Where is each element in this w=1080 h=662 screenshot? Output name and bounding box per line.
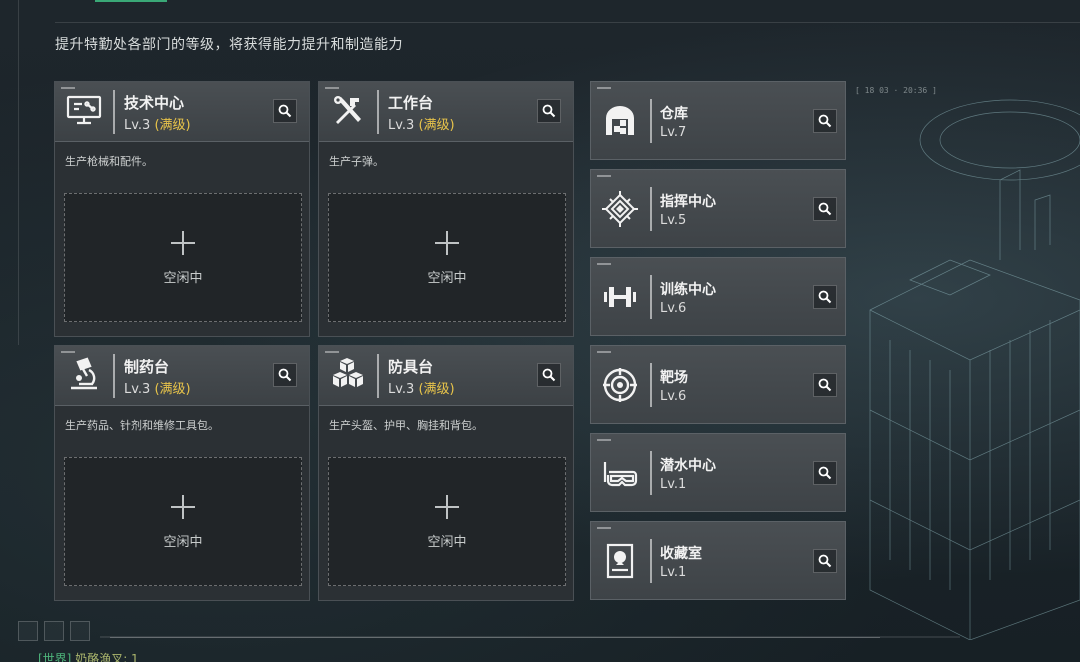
display-case-icon [606, 543, 634, 579]
facility-name: 仓库 [660, 106, 688, 122]
card-level: Lv.3 (满级) [388, 118, 455, 133]
facility-level: Lv.5 [660, 213, 687, 228]
search-icon [818, 290, 832, 304]
card-description: 生产枪械和配件。 [65, 155, 153, 168]
search-icon [542, 104, 556, 118]
inspect-button[interactable] [813, 197, 837, 221]
production-slot[interactable]: 空闲中 [328, 193, 566, 322]
search-icon [542, 368, 556, 382]
facility-diving-center[interactable]: 潜水中心 Lv.1 [590, 433, 846, 512]
bottom-track-fill [110, 637, 880, 638]
slot-status: 空闲中 [163, 535, 203, 550]
inspect-button[interactable] [813, 285, 837, 309]
facility-command-center[interactable]: 指挥中心 Lv.5 [590, 169, 846, 248]
search-icon [818, 114, 832, 128]
facility-level: Lv.1 [660, 565, 687, 580]
card-description: 生产头盔、护甲、胸挂和背包。 [329, 419, 483, 432]
search-icon [278, 368, 292, 382]
maxed-badge: (满级) [418, 382, 455, 397]
facility-collection-room[interactable]: 收藏室 Lv.1 [590, 521, 846, 600]
production-slot[interactable]: 空闲中 [328, 457, 566, 586]
facility-training-center[interactable]: 训练中心 Lv.6 [590, 257, 846, 336]
facility-name: 靶场 [660, 370, 688, 386]
chat-message[interactable]: [世界] 奶酪渔叉: 1 [38, 650, 139, 662]
monitor-icon [66, 95, 102, 125]
city-blueprint-backdrop [869, 99, 1080, 640]
quick-slot[interactable] [70, 621, 90, 641]
cubes-icon [333, 358, 363, 387]
dumbbell-icon [604, 287, 636, 307]
card-tech-center[interactable]: 技术中心 Lv.3 (满级) 生产枪械和配件。 空闲中 [54, 81, 310, 337]
add-icon [171, 231, 195, 255]
top-accent-line [95, 0, 167, 2]
facility-level: Lv.6 [660, 301, 687, 316]
timestamp: [ 18 03 · 20:36 ] [855, 86, 937, 95]
facility-level: Lv.6 [660, 389, 687, 404]
facility-name: 训练中心 [660, 282, 716, 298]
search-icon [818, 466, 832, 480]
card-title: 技术中心 [124, 94, 185, 112]
card-description: 生产药品、针剂和维修工具包。 [65, 419, 219, 432]
maxed-badge: (满级) [154, 382, 191, 397]
card-level: Lv.3 (满级) [388, 382, 455, 397]
facility-level: Lv.7 [660, 125, 687, 140]
slot-status: 空闲中 [427, 535, 467, 550]
production-slot[interactable]: 空闲中 [64, 457, 302, 586]
facility-warehouse[interactable]: 仓库 Lv.7 [590, 81, 846, 160]
facility-name: 指挥中心 [660, 194, 716, 210]
left-divider [18, 0, 19, 345]
facility-shooting-range[interactable]: 靶场 Lv.6 [590, 345, 846, 424]
facility-name: 潜水中心 [660, 458, 716, 474]
inspect-button[interactable] [813, 549, 837, 573]
card-description: 生产子弹。 [329, 155, 384, 168]
card-title: 防具台 [388, 358, 434, 376]
facility-name: 收藏室 [660, 546, 702, 562]
inspect-button[interactable] [537, 99, 561, 123]
inspect-button[interactable] [537, 363, 561, 387]
target-icon [603, 368, 637, 402]
chat-text: 奶酪渔叉: 1 [75, 652, 139, 662]
add-icon [171, 495, 195, 519]
search-icon [278, 104, 292, 118]
card-header: 制药台 Lv.3 (满级) [55, 346, 309, 406]
card-workbench[interactable]: 工作台 Lv.3 (满级) 生产子弹。 空闲中 [318, 81, 574, 337]
add-icon [435, 495, 459, 519]
inspect-button[interactable] [813, 373, 837, 397]
facility-level: Lv.1 [660, 477, 687, 492]
card-title: 工作台 [388, 94, 434, 112]
page-subtitle: 提升特勤处各部门的等级，将获得能力提升和制造能力 [55, 37, 403, 53]
card-level: Lv.3 (满级) [124, 382, 191, 397]
card-title: 制药台 [124, 358, 170, 376]
quick-slot[interactable] [18, 621, 38, 641]
microscope-icon [71, 357, 97, 390]
slot-status: 空闲中 [427, 271, 467, 286]
chat-channel: [世界] [38, 652, 72, 662]
search-icon [818, 202, 832, 216]
card-header: 技术中心 Lv.3 (满级) [55, 82, 309, 142]
card-level: Lv.3 (满级) [124, 118, 191, 133]
search-icon [818, 554, 832, 568]
card-pharmacy[interactable]: 制药台 Lv.3 (满级) 生产药品、针剂和维修工具包。 空闲中 [54, 345, 310, 601]
maxed-badge: (满级) [418, 118, 455, 133]
search-icon [818, 378, 832, 392]
chip-icon [602, 191, 638, 227]
inspect-button[interactable] [813, 109, 837, 133]
inspect-button[interactable] [813, 461, 837, 485]
tools-icon [334, 96, 361, 124]
add-icon [435, 231, 459, 255]
card-header: 防具台 Lv.3 (满级) [319, 346, 573, 406]
diving-mask-icon [603, 462, 638, 487]
slot-status: 空闲中 [163, 271, 203, 286]
warehouse-icon [606, 106, 634, 135]
inspect-button[interactable] [273, 99, 297, 123]
inspect-button[interactable] [273, 363, 297, 387]
card-header: 工作台 Lv.3 (满级) [319, 82, 573, 142]
production-slot[interactable]: 空闲中 [64, 193, 302, 322]
card-armor-bench[interactable]: 防具台 Lv.3 (满级) 生产头盔、护甲、胸挂和背包。 空闲中 [318, 345, 574, 601]
maxed-badge: (满级) [154, 118, 191, 133]
top-divider [55, 22, 1080, 23]
quick-slot[interactable] [44, 621, 64, 641]
